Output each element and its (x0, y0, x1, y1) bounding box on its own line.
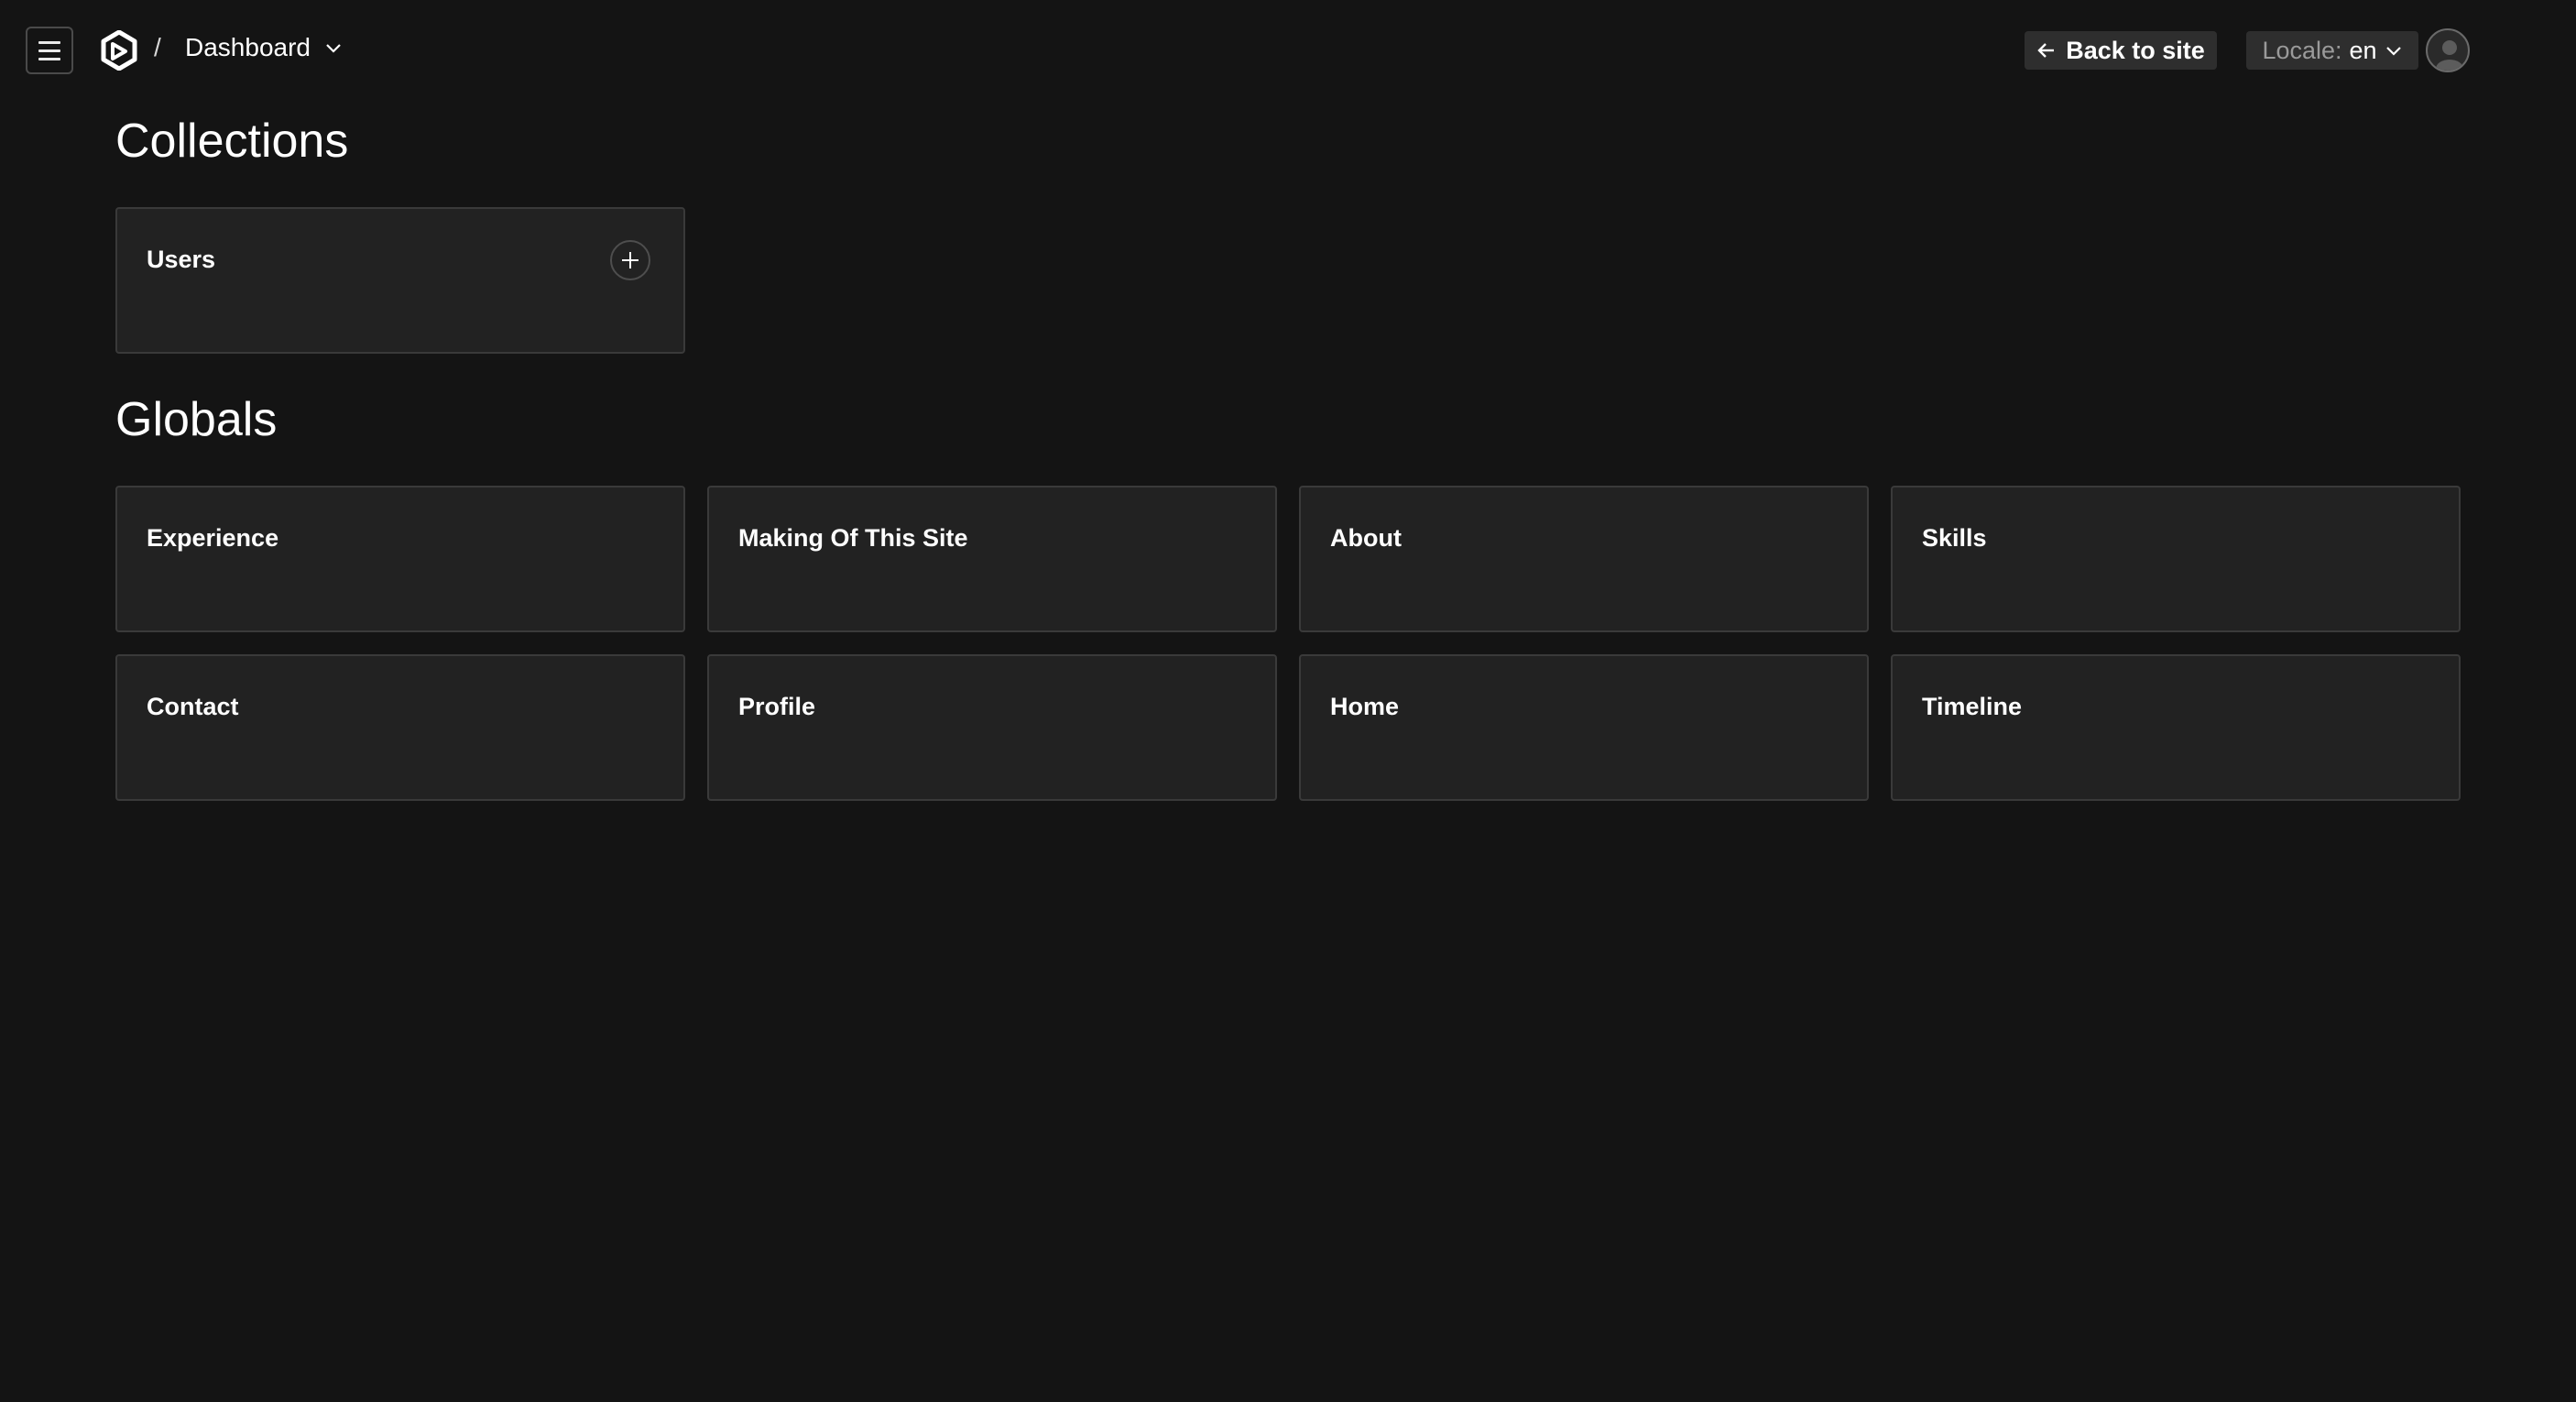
card-label: Profile (738, 693, 816, 720)
back-to-site-button[interactable]: Back to site (2025, 31, 2217, 70)
collections-heading: Collections (115, 115, 349, 168)
hamburger-menu-icon-bar (38, 49, 60, 52)
card-label: Contact (147, 693, 239, 720)
global-card-making-of-this-site[interactable]: Making Of This Site (707, 486, 1277, 632)
add-user-button[interactable] (610, 240, 650, 280)
global-card-profile[interactable]: Profile (707, 654, 1277, 801)
chevron-down-icon (326, 44, 341, 53)
locale-label: Locale: (2262, 36, 2342, 64)
breadcrumb-dashboard[interactable]: Dashboard (185, 33, 344, 62)
global-card-timeline[interactable]: Timeline (1891, 654, 2461, 801)
card-label: Experience (147, 524, 279, 552)
plus-icon (622, 252, 639, 268)
app-header: / Dashboard Back to site Locale: en (0, 0, 2576, 101)
breadcrumb-separator: / (154, 33, 161, 61)
locale-selector[interactable]: Locale: en (2246, 31, 2418, 70)
breadcrumb-label: Dashboard (185, 33, 311, 61)
collection-card-users[interactable]: Users (115, 207, 685, 354)
card-label: Timeline (1922, 693, 2023, 720)
back-to-site-label: Back to site (2066, 36, 2205, 64)
globals-heading: Globals (115, 393, 278, 446)
hamburger-menu-icon (38, 40, 60, 44)
hamburger-menu-icon-bar (38, 57, 60, 60)
global-card-about[interactable]: About (1299, 486, 1869, 632)
global-card-home[interactable]: Home (1299, 654, 1869, 801)
menu-toggle-button[interactable] (26, 27, 73, 74)
arrow-left-icon (2037, 43, 2055, 58)
global-card-experience[interactable]: Experience (115, 486, 685, 632)
user-avatar-icon[interactable] (2426, 28, 2470, 72)
global-card-skills[interactable]: Skills (1891, 486, 2461, 632)
card-label: Home (1330, 693, 1400, 720)
locale-value: en (2349, 36, 2377, 64)
card-label: About (1330, 524, 1402, 552)
card-label: Users (147, 246, 216, 273)
global-card-contact[interactable]: Contact (115, 654, 685, 801)
card-label: Making Of This Site (738, 524, 968, 552)
card-label: Skills (1922, 524, 1987, 552)
payload-logo-icon[interactable] (101, 29, 137, 71)
chevron-down-icon (2385, 47, 2401, 56)
